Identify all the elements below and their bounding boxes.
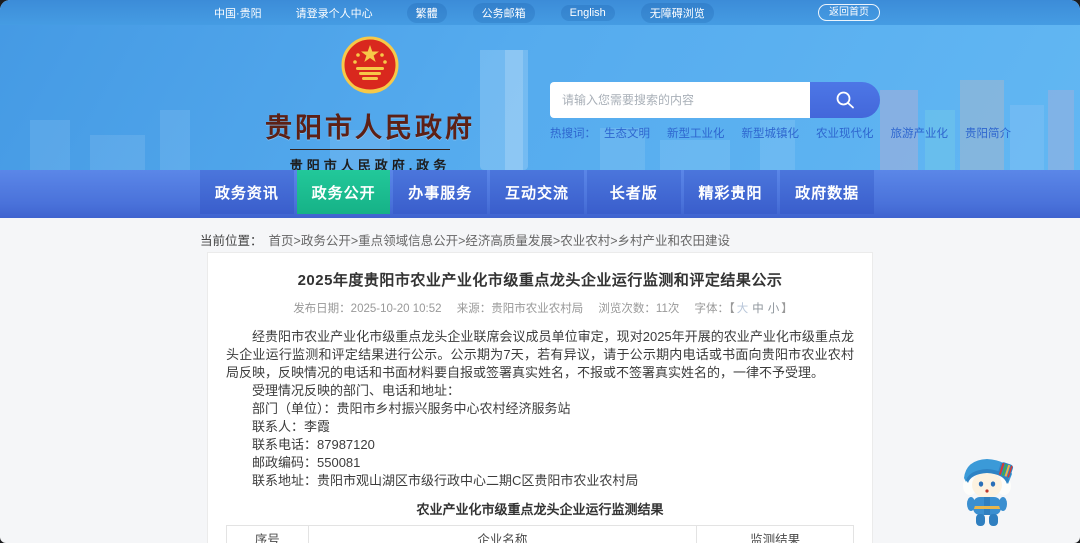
article-body: 经贵阳市农业产业化市级重点龙头企业联席会议成员单位审定，现对2025年开展的农业… bbox=[226, 328, 854, 490]
site-header-banner: 贵阳市人民政府 贵阳市人民政府.政务 www.guiyang.gov.cn 热搜… bbox=[0, 25, 1080, 170]
nav-tab-banshi-fuwu[interactable]: 办事服务 bbox=[393, 170, 488, 214]
topbar-link-english[interactable]: English bbox=[560, 4, 615, 21]
breadcrumb-label: 当前位置： bbox=[200, 234, 263, 248]
hot-word-3[interactable]: 农业现代化 bbox=[816, 125, 874, 141]
font-size-small-button[interactable]: 小 bbox=[768, 303, 780, 315]
topbar-link-china-guiyang[interactable]: 中国·贵阳 bbox=[214, 5, 262, 21]
font-size-large-button[interactable]: 大 bbox=[737, 303, 749, 315]
hot-word-4[interactable]: 旅游产业化 bbox=[891, 125, 949, 141]
hot-search-label: 热搜词： bbox=[550, 128, 596, 140]
topbar-link-login-personal-center[interactable]: 请登录个人中心 bbox=[296, 5, 373, 21]
main-navigation: 政务资讯 政务公开 办事服务 互动交流 长者版 精彩贵阳 政府数据 bbox=[0, 170, 1080, 218]
site-subtitle: 贵阳市人民政府.政务 bbox=[289, 149, 451, 170]
cityscape-silhouette bbox=[30, 50, 1074, 170]
bracket-close: 】 bbox=[781, 303, 793, 315]
search-input[interactable] bbox=[550, 82, 810, 118]
topbar-link-accessibility[interactable]: 无障碍浏览 bbox=[640, 2, 714, 23]
paragraph-contact-intro: 受理情况反映的部门、电话和地址： bbox=[252, 383, 461, 398]
paragraph-postcode: 邮政编码：550081 bbox=[252, 455, 361, 470]
utility-topbar: 中国·贵阳 请登录个人中心 繁體 公务邮箱 English 无障碍浏览 返回首页 bbox=[0, 0, 1080, 25]
article-title: 2025年度贵阳市农业产业化市级重点龙头企业运行监测和评定结果公示 bbox=[297, 272, 783, 289]
monitoring-results-table: 序号 企业名称 监测结果 1 贵州合力超市采购有限公司 合格 2 贵州友禾种业有… bbox=[226, 525, 854, 543]
mascot-assistant[interactable] bbox=[954, 450, 1020, 530]
hot-word-1[interactable]: 新型工业化 bbox=[667, 125, 725, 141]
topbar-link-traditional-chinese[interactable]: 繁體 bbox=[406, 2, 447, 23]
publish-date: 发布日期：2025-10-20 10:52 bbox=[293, 303, 442, 315]
hot-search-row: 热搜词： 生态文明 新型工业化 新型城镇化 农业现代化 旅游产业化 贵阳简介 bbox=[550, 125, 1011, 141]
breadcrumb-path[interactable]: 首页>政务公开>重点领域信息公开>经济高质量发展>农业农村>乡村产业和农田建设 bbox=[269, 230, 731, 249]
article-card: 2025年度贵阳市农业产业化市级重点龙头企业运行监测和评定结果公示 发布日期：2… bbox=[207, 252, 873, 543]
nav-tab-jingcai-guiyang[interactable]: 精彩贵阳 bbox=[683, 170, 778, 214]
view-count: 浏览次数：11次 bbox=[598, 303, 680, 315]
nav-tab-zhengwu-gongkai[interactable]: 政务公开 bbox=[296, 170, 391, 214]
font-size-medium-button[interactable]: 中 bbox=[752, 303, 764, 315]
search-icon bbox=[836, 91, 854, 109]
header-serial-number: 序号 bbox=[226, 525, 309, 543]
paragraph-department: 部门（单位）：贵阳市乡村振兴服务中心农村经济服务站 bbox=[252, 401, 571, 416]
article-source: 来源：贵阳市农业农村局 bbox=[456, 303, 584, 315]
topbar-link-official-mail[interactable]: 公务邮箱 bbox=[472, 2, 535, 23]
nav-tab-zhangzheban[interactable]: 长者版 bbox=[586, 170, 681, 214]
nav-tab-zhengfu-shuju[interactable]: 政府数据 bbox=[780, 170, 875, 214]
national-emblem-icon bbox=[341, 36, 399, 94]
header-enterprise-name: 企业名称 bbox=[307, 525, 698, 543]
site-name: 贵阳市人民政府 bbox=[265, 113, 475, 143]
site-logo-block: 贵阳市人民政府 贵阳市人民政府.政务 www.guiyang.gov.cn bbox=[225, 35, 515, 170]
back-to-home-button[interactable]: 返回首页 bbox=[818, 4, 880, 21]
paragraph-phone: 联系电话：87987120 bbox=[252, 437, 375, 452]
hot-word-2[interactable]: 新型城镇化 bbox=[742, 125, 800, 141]
table-header-row: 序号 企业名称 监测结果 bbox=[226, 525, 854, 543]
font-size-label: 字体： bbox=[694, 303, 730, 315]
browser-page: 中国·贵阳 请登录个人中心 繁體 公务邮箱 English 无障碍浏览 返回首页 bbox=[0, 0, 1080, 543]
paragraph-announcement: 经贵阳市农业产业化市级重点龙头企业联席会议成员单位审定，现对2025年开展的农业… bbox=[226, 329, 854, 380]
bracket-open: 【 bbox=[729, 303, 735, 315]
paragraph-address: 联系地址：贵阳市观山湖区市级行政中心二期C区贵阳市农业农村局 bbox=[252, 473, 639, 488]
nav-tab-zhengwu-zixun[interactable]: 政务资讯 bbox=[200, 170, 294, 214]
hot-word-5[interactable]: 贵阳简介 bbox=[965, 125, 1011, 141]
results-table-caption: 农业产业化市级重点龙头企业运行监测结果 bbox=[416, 502, 664, 517]
article-meta: 发布日期：2025-10-20 10:52 来源：贵阳市农业农村局 浏览次数：1… bbox=[226, 300, 854, 316]
paragraph-contact-person: 联系人：李霞 bbox=[252, 419, 331, 434]
search-area: 热搜词： 生态文明 新型工业化 新型城镇化 农业现代化 旅游产业化 贵阳简介 bbox=[550, 82, 1011, 141]
header-monitoring-result: 监测结果 bbox=[696, 525, 854, 543]
breadcrumb: 当前位置： 首页>政务公开>重点领域信息公开>经济高质量发展>农业农村>乡村产业… bbox=[200, 230, 730, 249]
hot-word-0[interactable]: 生态文明 bbox=[604, 125, 650, 141]
search-button[interactable] bbox=[810, 82, 880, 118]
nav-tab-hudong-jiaoliu[interactable]: 互动交流 bbox=[490, 170, 584, 214]
